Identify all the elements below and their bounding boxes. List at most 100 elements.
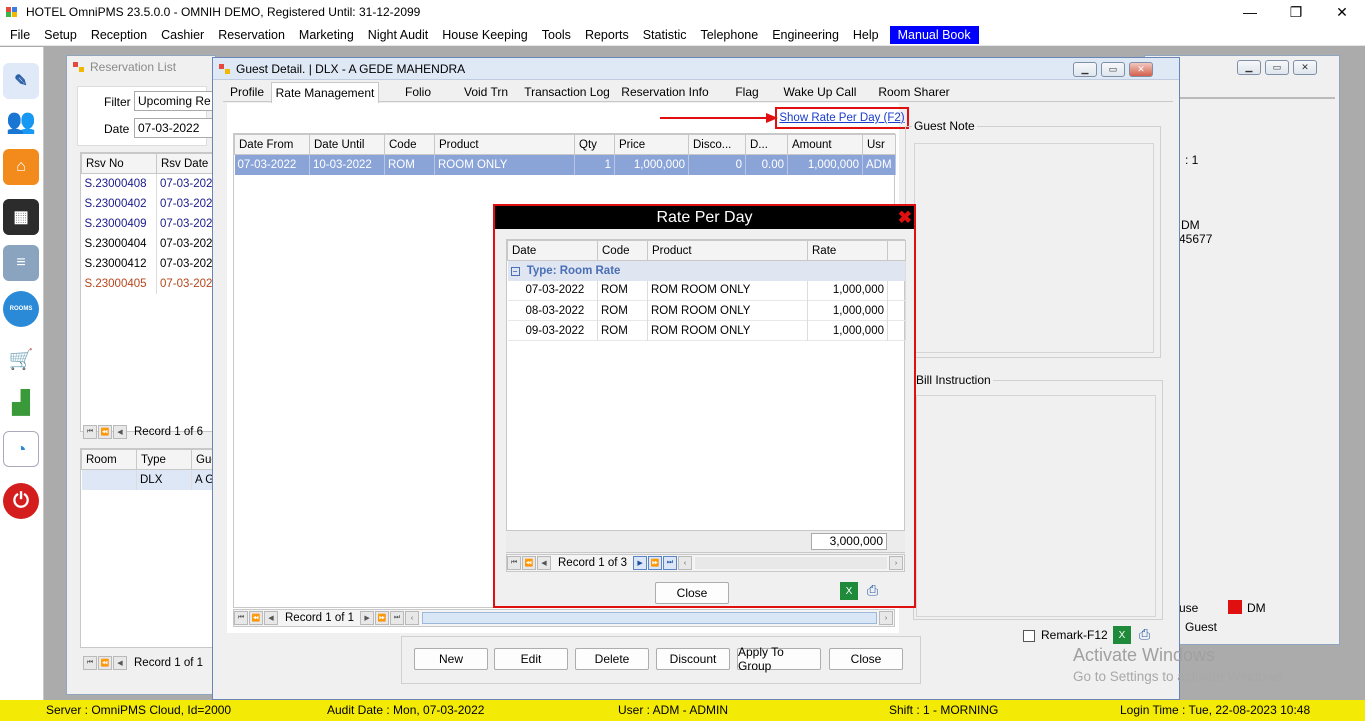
rpd-scroll-left[interactable]: ‹: [678, 556, 693, 570]
reservation-row[interactable]: S.23000404 07-03-2022: [81, 233, 216, 254]
rate-col-header[interactable]: Date From: [234, 134, 310, 155]
rpd-scrollbar[interactable]: [695, 557, 887, 569]
reservation-row[interactable]: S.23000408 07-03-2022: [81, 173, 216, 194]
reservation-row[interactable]: S.23000405 07-03-2022: [81, 273, 216, 294]
rpd-printer-icon[interactable]: ⎙: [867, 582, 878, 599]
rpd-last-button[interactable]: ⏭: [663, 556, 678, 570]
room-prev-button[interactable]: ◀: [113, 656, 127, 670]
rate-first-button[interactable]: ⏮: [234, 611, 248, 625]
apply-to-group-button[interactable]: Apply To Group: [737, 645, 821, 673]
show-rate-per-day-link[interactable]: Show Rate Per Day (F2): [779, 112, 904, 124]
tab-rate-management[interactable]: Rate Management: [271, 82, 379, 103]
menu-statistic[interactable]: Statistic: [636, 24, 694, 46]
room-first-button[interactable]: ⏮: [83, 656, 97, 670]
rpd-prev-button[interactable]: ◀: [537, 556, 551, 570]
col-room[interactable]: Room: [81, 449, 137, 470]
remark-checkbox[interactable]: [1023, 630, 1035, 642]
scroll-right-button[interactable]: ›: [879, 611, 893, 625]
guest-maximize-button[interactable]: ▭: [1101, 62, 1125, 77]
date-input[interactable]: 07-03-2022: [134, 118, 214, 138]
edit-button[interactable]: Edit: [494, 648, 568, 670]
col-rsv-date[interactable]: Rsv Date: [156, 153, 216, 174]
rate-col-header[interactable]: Disco...: [688, 134, 746, 155]
rate-last-button[interactable]: ⏭: [390, 611, 405, 625]
horizontal-scrollbar[interactable]: [422, 612, 877, 624]
menu-setup[interactable]: Setup: [37, 24, 84, 46]
col-date[interactable]: Date: [507, 240, 598, 261]
menu-cashier[interactable]: Cashier: [154, 24, 211, 46]
bg-close-button[interactable]: ✕: [1293, 60, 1317, 75]
rate-per-day-close-button[interactable]: Close: [655, 582, 729, 604]
collapse-icon[interactable]: −: [510, 266, 520, 276]
bill-instruction-textarea[interactable]: [916, 395, 1156, 617]
rate-per-day-close-icon[interactable]: ✖: [898, 208, 912, 228]
menu-manual-book[interactable]: Manual Book: [889, 25, 979, 44]
scroll-left-button[interactable]: ‹: [405, 611, 420, 625]
tab-transaction-log[interactable]: Transaction Log: [519, 82, 615, 102]
menu-telephone[interactable]: Telephone: [693, 24, 765, 46]
bg-minimize-button[interactable]: ▁: [1237, 60, 1261, 75]
cart-icon[interactable]: 🛒: [3, 341, 39, 377]
col-code[interactable]: Code: [597, 240, 648, 261]
minimize-button[interactable]: —: [1227, 0, 1273, 24]
rate-col-header[interactable]: Usr: [862, 134, 896, 155]
database-icon[interactable]: ≡: [3, 245, 39, 281]
menu-reports[interactable]: Reports: [578, 24, 636, 46]
rpd-next-button[interactable]: ▶: [633, 556, 648, 570]
discount-button[interactable]: Discount: [656, 648, 730, 670]
calendar-icon[interactable]: ▦: [3, 199, 39, 235]
map-icon[interactable]: ⌂: [3, 149, 39, 185]
col-rsv-no[interactable]: Rsv No: [81, 153, 157, 174]
menu-reception[interactable]: Reception: [84, 24, 154, 46]
bar-chart-icon[interactable]: ▟: [3, 385, 39, 421]
menu-tools[interactable]: Tools: [535, 24, 578, 46]
power-icon[interactable]: ⏻: [3, 483, 39, 519]
reservation-row[interactable]: S.23000402 07-03-2022: [81, 193, 216, 214]
first-record-button[interactable]: ⏮: [83, 425, 97, 439]
close-guest-detail-button[interactable]: Close: [829, 648, 903, 670]
tab-room-sharer[interactable]: Room Sharer: [869, 82, 959, 102]
rate-col-header[interactable]: Code: [384, 134, 435, 155]
guest-note-textarea[interactable]: [914, 143, 1154, 353]
tab-folio[interactable]: Folio: [383, 82, 453, 102]
menu-help[interactable]: Help: [846, 24, 886, 46]
excel-icon[interactable]: X: [1113, 626, 1131, 644]
rpd-scroll-right[interactable]: ›: [889, 556, 903, 570]
col-type[interactable]: Type: [136, 449, 192, 470]
prev-page-button[interactable]: ⏪: [98, 425, 112, 439]
rate-per-day-row[interactable]: 08-03-2022 ROM ROM ROOM ONLY 1,000,000: [507, 300, 906, 321]
rooms-available-icon[interactable]: ROOMS: [3, 291, 39, 327]
printer-icon[interactable]: ⎙: [1139, 626, 1150, 643]
reservation-row[interactable]: S.23000409 07-03-2022: [81, 213, 216, 234]
rate-per-day-row[interactable]: 07-03-2022 ROM ROM ROOM ONLY 1,000,000: [507, 280, 906, 301]
rate-next-button[interactable]: ▶: [360, 611, 375, 625]
rate-col-header[interactable]: D...: [745, 134, 788, 155]
col-rate[interactable]: Rate: [807, 240, 888, 261]
col-product[interactable]: Product: [647, 240, 808, 261]
rpd-prev-page-button[interactable]: ⏪: [522, 556, 536, 570]
rate-col-header[interactable]: Amount: [787, 134, 863, 155]
menu-house-keeping[interactable]: House Keeping: [435, 24, 534, 46]
tab-profile[interactable]: Profile: [223, 82, 271, 102]
filter-select[interactable]: Upcoming Re: [134, 91, 214, 111]
rate-col-header[interactable]: Product: [434, 134, 575, 155]
rate-col-header[interactable]: Qty: [574, 134, 615, 155]
prev-record-button[interactable]: ◀: [113, 425, 127, 439]
guest-close-button[interactable]: ✕: [1129, 62, 1153, 77]
delete-button[interactable]: Delete: [575, 648, 649, 670]
bg-maximize-button[interactable]: ▭: [1265, 60, 1289, 75]
rpd-next-page-button[interactable]: ⏩: [648, 556, 663, 570]
tab-wake-up-call[interactable]: Wake Up Call: [775, 82, 865, 102]
maximize-button[interactable]: ❐: [1273, 0, 1319, 24]
reservation-row[interactable]: S.23000412 07-03-2022: [81, 253, 216, 274]
guests-icon[interactable]: 👥: [3, 103, 39, 139]
rpd-first-button[interactable]: ⏮: [507, 556, 521, 570]
guest-minimize-button[interactable]: ▁: [1073, 62, 1097, 77]
rate-row-selected[interactable]: 07-03-2022 10-03-2022 ROM ROOM ONLY 1 1,000,0…: [234, 154, 896, 175]
tab-reservation-info[interactable]: Reservation Info: [615, 82, 715, 102]
close-button[interactable]: ✕: [1319, 0, 1365, 24]
room-row[interactable]: DLX A GE: [81, 469, 216, 490]
new-button[interactable]: New: [414, 648, 488, 670]
pie-report-icon[interactable]: ◔: [3, 431, 39, 467]
menu-file[interactable]: File: [0, 24, 37, 46]
